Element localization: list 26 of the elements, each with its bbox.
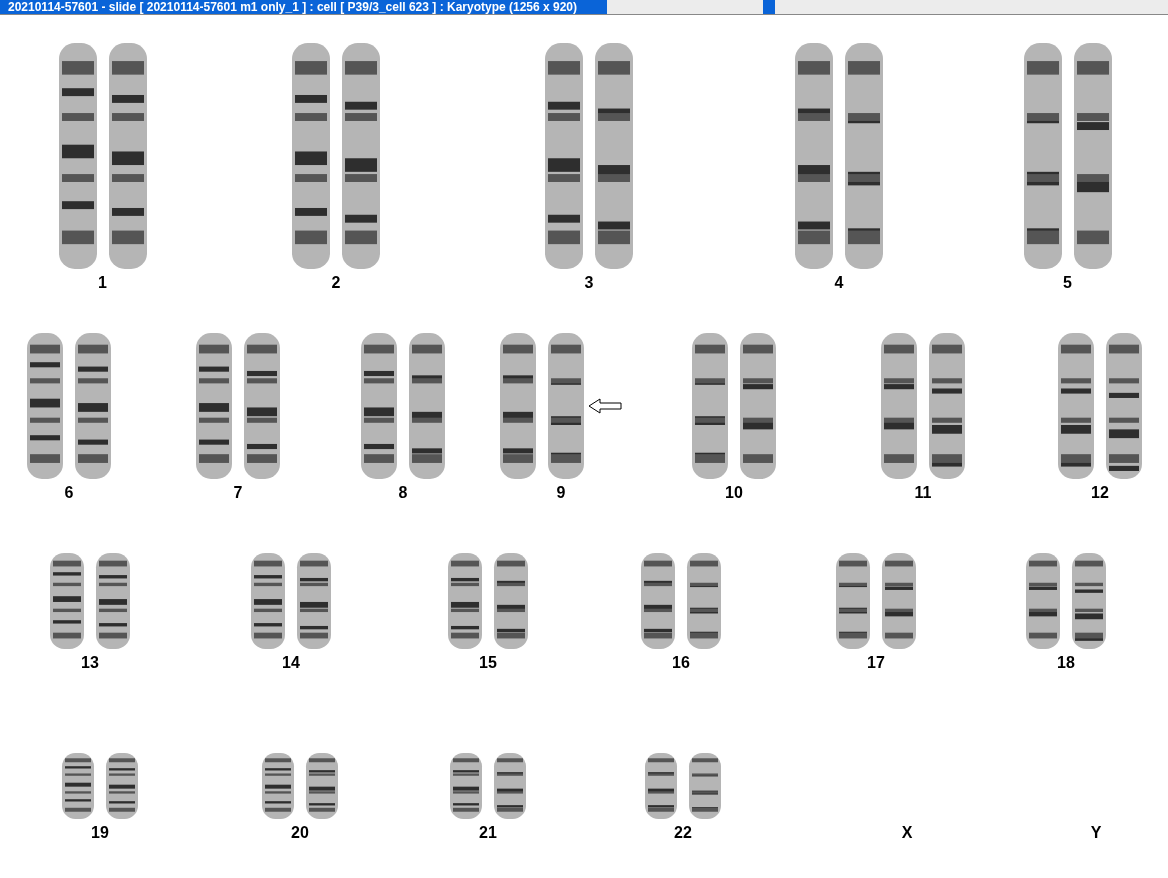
chromosome-label: 8	[398, 485, 408, 501]
chromosome-label: 17	[867, 655, 885, 671]
chromosome-label: 15	[479, 655, 497, 671]
chromosome-label: 3	[584, 275, 594, 291]
chromosome-label: 6	[64, 485, 74, 501]
chromosome-label: 19	[91, 825, 109, 841]
chromosome-label: X	[901, 825, 913, 841]
window-title: 20210114-57601 - slide [ 20210114-57601 m1 only_1 ] : cell [ P39/3_cell 623 ] : Karyotype (1256 x 920)	[8, 1, 578, 13]
chromosome-label: 5	[1063, 275, 1072, 291]
chromosome-label: 10	[725, 485, 743, 501]
chromosome-label: 20	[291, 825, 309, 841]
chromosome-label: 16	[672, 655, 690, 671]
chromosome-label: 14	[282, 655, 300, 671]
chromosome-label: 18	[1057, 655, 1075, 671]
chromosome-label: 2	[331, 275, 341, 291]
chromosome-label: Y	[1090, 825, 1102, 841]
scroll-thumb[interactable]	[763, 0, 775, 14]
chromosome-label: 22	[674, 825, 692, 841]
chromosome-label: 13	[81, 655, 99, 671]
chromosome-label: 12	[1091, 485, 1109, 501]
chromosome-label: 4	[834, 275, 844, 291]
chromosome-label: 21	[479, 825, 497, 841]
chromosome-label: 9	[556, 485, 566, 501]
chromosome-label: 11	[914, 485, 932, 501]
chromosome-label: 7	[233, 485, 243, 501]
chromosome-label: 1	[98, 275, 107, 291]
